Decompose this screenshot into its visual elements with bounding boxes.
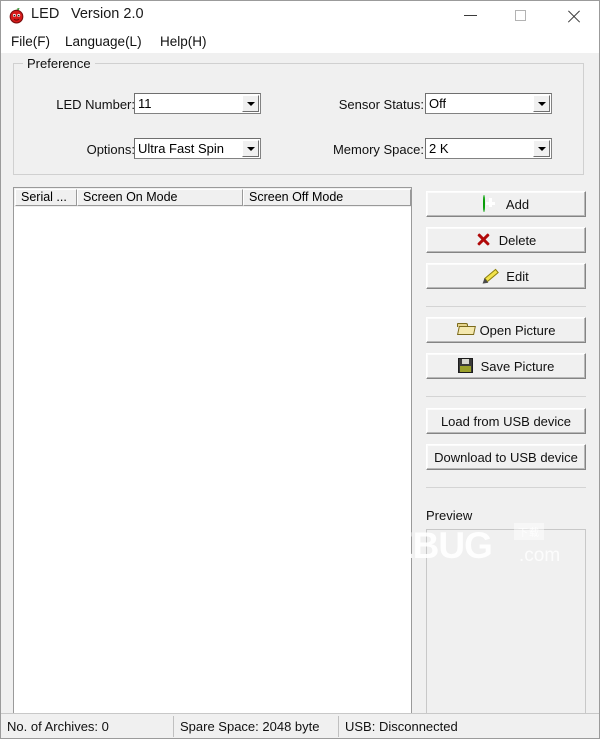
preview-panel [426,529,586,720]
minimize-icon [464,15,477,16]
led-number-combo[interactable]: 11 [134,93,261,114]
options-dropdown-button[interactable] [242,140,259,157]
maximize-icon [515,10,526,21]
column-screen-off-mode[interactable]: Screen Off Mode [243,189,411,206]
window-version: Version 2.0 [71,6,144,22]
pencil-icon [480,268,500,286]
edit-button[interactable]: Edit [426,263,586,289]
sensor-status-combo[interactable]: Off [425,93,552,114]
options-combo[interactable]: Ultra Fast Spin [134,138,261,159]
save-picture-button[interactable]: Save Picture [426,353,586,379]
sensor-status-value: Off [429,96,447,111]
delete-button[interactable]: Delete [426,227,586,253]
title-bar: LED Version 2.0 [1,1,599,30]
green-plus-icon [482,195,499,212]
list-header: Serial ... Screen On Mode Screen Off Mod… [14,188,411,207]
memory-space-value: 2 K [429,141,449,156]
download-to-usb-button-label: Download to USB device [434,449,578,465]
folder-open-icon [456,322,476,338]
preview-label: Preview [426,508,473,523]
chevron-down-icon [538,102,546,106]
menu-help[interactable]: Help(H) [156,33,211,50]
delete-button-label: Delete [498,232,537,248]
download-to-usb-button[interactable]: Download to USB device [426,444,586,470]
led-application-window: LED Version 2.0 File(F) Language(L) Help… [0,0,600,739]
load-from-usb-button-label: Load from USB device [440,413,572,429]
button-group-separator-1 [426,306,586,307]
chevron-down-icon [247,102,255,106]
maximize-button[interactable] [499,1,545,30]
archives-list-view[interactable]: Serial ... Screen On Mode Screen Off Mod… [13,187,412,720]
open-picture-button-label: Open Picture [479,322,556,338]
close-icon [567,10,580,23]
status-usb-state: USB: Disconnected [345,719,458,734]
button-group-separator-3 [426,487,586,488]
sensor-status-label: Sensor Status: [338,97,424,112]
led-number-dropdown-button[interactable] [242,95,259,112]
column-serial[interactable]: Serial ... [15,189,77,206]
add-button-label: Add [505,196,530,212]
minimize-button[interactable] [448,1,494,30]
led-number-label: LED Number: [56,97,135,112]
chevron-down-icon [538,147,546,151]
menu-file[interactable]: File(F) [7,33,54,50]
add-button[interactable]: Add [426,191,586,217]
options-label: Options: [86,142,135,157]
red-x-icon [476,232,492,248]
sensor-status-dropdown-button[interactable] [533,95,550,112]
status-spare-space: Spare Space: 2048 byte [180,719,320,734]
button-group-separator-2 [426,396,586,397]
options-value: Ultra Fast Spin [138,141,224,156]
client-area: Preference LED Number: 11 Sensor Status:… [1,53,599,738]
status-bar: No. of Archives: 0 Spare Space: 2048 byt… [1,713,599,738]
close-button[interactable] [551,1,597,30]
open-picture-button[interactable]: Open Picture [426,317,586,343]
preference-legend: Preference [23,56,95,71]
window-title: LED [31,6,60,22]
column-screen-on-mode[interactable]: Screen On Mode [77,189,243,206]
status-archives-count: No. of Archives: 0 [7,719,109,734]
memory-space-combo[interactable]: 2 K [425,138,552,159]
memory-space-label: Memory Space: [332,142,424,157]
memory-space-dropdown-button[interactable] [533,140,550,157]
menu-bar: File(F) Language(L) Help(H) [1,30,599,53]
load-from-usb-button[interactable]: Load from USB device [426,408,586,434]
led-number-value: 11 [138,96,152,111]
list-body[interactable] [14,207,411,719]
save-picture-button-label: Save Picture [480,358,555,374]
floppy-disk-icon [457,358,474,374]
edit-button-label: Edit [506,268,529,284]
menu-language[interactable]: Language(L) [61,33,146,50]
chevron-down-icon [247,147,255,151]
app-icon [9,8,24,24]
